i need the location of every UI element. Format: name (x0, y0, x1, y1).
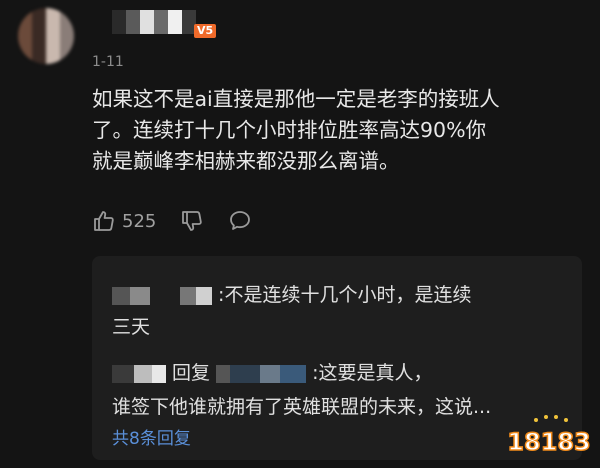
reply-target-blurred (216, 364, 231, 383)
mosaic-block (180, 286, 196, 305)
like-button[interactable]: 525 (92, 209, 156, 233)
reply-text: :这要是真人， (312, 362, 433, 384)
mosaic-block (152, 364, 166, 383)
comment-line: 如果这不是ai直接是那他一定是老李的接班人 (92, 87, 500, 111)
reply-item[interactable]: :不是连续十几个小时，是连续 (112, 280, 471, 307)
comment-line: 就是巅峰李相赫来都没那么离谱。 (92, 149, 400, 173)
reply-button[interactable] (228, 209, 252, 233)
mosaic-block (230, 364, 261, 383)
reply-to-label: 回复 (172, 362, 211, 384)
reply-text-continued: 谁签下他谁就拥有了英雄联盟的未来，这说... (112, 396, 492, 418)
thumbs-up-icon (92, 209, 116, 233)
mosaic-block (134, 364, 152, 383)
mosaic-block (260, 364, 281, 383)
mosaic-block (196, 286, 212, 305)
reply-text-continued: 三天 (112, 316, 151, 338)
dislike-button[interactable] (180, 209, 204, 233)
mosaic-block (150, 286, 180, 305)
level-badge: V5 (194, 24, 217, 38)
mosaic-block (130, 286, 150, 305)
like-count: 525 (122, 210, 157, 232)
watermark-text: 18183 (507, 428, 591, 456)
avatar[interactable] (18, 8, 74, 64)
comment-actions: 525 (92, 206, 276, 236)
comment-line: 了。连续打十几个小时排位胜率高达90%你 (92, 118, 487, 142)
comment-text: 如果这不是ai直接是那他一定是老李的接班人 了。连续打十几个小时排位胜率高达90… (92, 84, 572, 177)
comment-date: 1-11 (92, 54, 124, 70)
thumbs-down-icon (180, 209, 204, 233)
username-blurred[interactable] (112, 10, 196, 34)
watermark-logo: 18183 (506, 412, 592, 462)
view-all-replies-link[interactable]: 共8条回复 (112, 424, 191, 449)
reply-username-blurred (112, 286, 130, 305)
reply-username-blurred (112, 364, 134, 383)
mosaic-block (280, 364, 307, 383)
reply-text: :不是连续十几个小时，是连续 (218, 284, 472, 306)
comment-bubble-icon (228, 209, 252, 233)
reply-item[interactable]: 回复 :这要是真人， (112, 358, 433, 385)
